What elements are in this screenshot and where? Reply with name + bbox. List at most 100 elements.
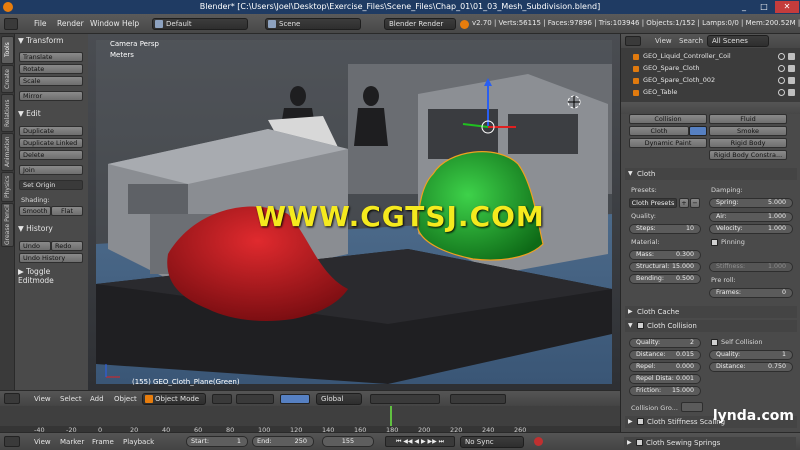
mode-selector[interactable]: Object Mode bbox=[142, 393, 206, 405]
panel-history-header[interactable]: ▼ History bbox=[18, 224, 53, 233]
translate-button[interactable]: Translate bbox=[19, 52, 83, 62]
self-distance-field[interactable]: Distance: 0.750 bbox=[709, 362, 793, 372]
undo-button[interactable]: Undo bbox=[19, 241, 51, 251]
friction-field[interactable]: Friction: 15.000 bbox=[629, 386, 701, 396]
scale-button[interactable]: Scale bbox=[19, 76, 83, 86]
tab-relations[interactable]: Relations bbox=[1, 94, 14, 132]
menu-add[interactable]: Add bbox=[90, 395, 104, 403]
tab-grease-pencil[interactable]: Grease Pencil bbox=[1, 203, 14, 247]
minimize-button[interactable]: _ bbox=[734, 1, 754, 13]
outliner-menu-search[interactable]: Search bbox=[679, 37, 703, 45]
undo-history-button[interactable]: Undo History bbox=[19, 253, 83, 263]
collision-distance-field[interactable]: Distance: 0.015 bbox=[629, 350, 701, 360]
outliner-type-icon[interactable] bbox=[625, 36, 641, 46]
mirror-button[interactable]: Mirror bbox=[19, 91, 83, 101]
layout-selector[interactable]: Default bbox=[152, 18, 248, 30]
panel-transform-header[interactable]: ▼ Transform bbox=[18, 36, 63, 45]
cloth-cache-panel-header[interactable]: ▶ Cloth Cache bbox=[625, 306, 797, 318]
render-icon[interactable] bbox=[788, 65, 795, 72]
set-origin-dropdown[interactable]: Set Origin bbox=[19, 180, 83, 190]
eye-icon[interactable] bbox=[778, 65, 785, 72]
smoke-button[interactable]: Smoke bbox=[709, 126, 787, 136]
delete-button[interactable]: Delete bbox=[19, 150, 83, 160]
cloth-sewing-panel-header[interactable]: ▶ Cloth Sewing Springs bbox=[624, 437, 796, 449]
cloth-button[interactable]: Cloth bbox=[629, 126, 689, 136]
rotate-button[interactable]: Rotate bbox=[19, 64, 83, 74]
menu-object[interactable]: Object bbox=[114, 395, 137, 403]
outliner-row[interactable]: GEO_Spare_Cloth bbox=[631, 63, 799, 74]
toggle-editmode-header[interactable]: ▶ Toggle Editmode bbox=[18, 267, 88, 285]
render-icon[interactable] bbox=[788, 77, 795, 84]
menu-file[interactable]: File bbox=[34, 19, 47, 28]
air-field[interactable]: Air: 1.000 bbox=[709, 212, 793, 222]
mass-field[interactable]: Mass: 0.300 bbox=[629, 250, 701, 260]
eye-icon[interactable] bbox=[778, 53, 785, 60]
outliner-menu-view[interactable]: View bbox=[655, 37, 672, 45]
frames-field[interactable]: Frames: 0 bbox=[709, 288, 793, 298]
timeline-menu-playback[interactable]: Playback bbox=[123, 438, 154, 446]
sync-selector[interactable]: No Sync bbox=[460, 436, 524, 448]
panel-edit-header[interactable]: ▼ Edit bbox=[18, 109, 41, 118]
menu-select[interactable]: Select bbox=[60, 395, 82, 403]
render-icon[interactable] bbox=[788, 89, 795, 96]
dynamic-paint-button[interactable]: Dynamic Paint bbox=[629, 138, 707, 148]
collision-group-field[interactable] bbox=[681, 402, 703, 412]
outliner-filter-dropdown[interactable]: All Scenes bbox=[707, 35, 769, 47]
collision-quality-field[interactable]: Quality: 2 bbox=[629, 338, 701, 348]
rigid-body-button[interactable]: Rigid Body bbox=[709, 138, 787, 148]
cloth-panel-header[interactable]: ▼ Cloth bbox=[625, 168, 797, 180]
eye-icon[interactable] bbox=[778, 89, 785, 96]
cloth-presets-dropdown[interactable]: Cloth Presets bbox=[629, 198, 677, 208]
menu-window[interactable]: Window bbox=[90, 19, 120, 28]
duplicate-button[interactable]: Duplicate bbox=[19, 126, 83, 136]
shading-mode-icon[interactable] bbox=[212, 394, 232, 404]
join-button[interactable]: Join bbox=[19, 165, 83, 175]
rigid-body-constraint-button[interactable]: Rigid Body Constra... bbox=[709, 150, 787, 160]
outliner-row[interactable]: GEO_Liquid_Controller_Coil bbox=[631, 51, 799, 62]
layers-grid[interactable] bbox=[370, 394, 440, 404]
maximize-button[interactable]: □ bbox=[754, 1, 774, 13]
eye-icon[interactable] bbox=[778, 77, 785, 84]
tab-animation[interactable]: Animation bbox=[1, 133, 14, 171]
start-frame-field[interactable]: Start: 1 bbox=[186, 436, 248, 447]
pinning-checkbox[interactable] bbox=[711, 239, 718, 246]
stiffness-scaling-checkbox[interactable] bbox=[637, 418, 644, 425]
add-preset-button[interactable]: + bbox=[679, 198, 689, 208]
flat-button[interactable]: Flat bbox=[51, 206, 83, 216]
sewing-springs-checkbox[interactable] bbox=[636, 439, 643, 446]
scene-selector[interactable]: Scene bbox=[265, 18, 361, 30]
tab-tools[interactable]: Tools bbox=[1, 36, 14, 64]
snap-icons[interactable] bbox=[450, 394, 506, 404]
orientation-selector[interactable]: Global bbox=[316, 393, 362, 405]
editor-type-3d-icon[interactable] bbox=[4, 393, 20, 404]
repel-field[interactable]: Repel: 0.000 bbox=[629, 362, 701, 372]
close-button[interactable]: ✕ bbox=[775, 1, 799, 13]
end-frame-field[interactable]: End: 250 bbox=[252, 436, 314, 447]
self-quality-field[interactable]: Quality: 1 bbox=[709, 350, 793, 360]
structural-field[interactable]: Structural: 15.000 bbox=[629, 262, 701, 272]
duplicate-linked-button[interactable]: Duplicate Linked bbox=[19, 138, 83, 148]
redo-button[interactable]: Redo bbox=[51, 241, 83, 251]
properties-context-bar[interactable] bbox=[621, 102, 800, 114]
editor-type-icon[interactable] bbox=[4, 18, 18, 30]
timeline-menu-frame[interactable]: Frame bbox=[92, 438, 114, 446]
render-engine-selector[interactable]: Blender Render bbox=[384, 18, 456, 30]
bending-field[interactable]: Bending: 0.500 bbox=[629, 274, 701, 284]
self-collision-checkbox[interactable] bbox=[711, 339, 718, 346]
fluid-button[interactable]: Fluid bbox=[709, 114, 787, 124]
cloth-collision-panel-header[interactable]: ▼ Cloth Collision bbox=[625, 320, 797, 332]
spring-field[interactable]: Spring: 5.000 bbox=[709, 198, 793, 208]
outliner-row[interactable]: GEO_Table bbox=[631, 87, 799, 98]
velocity-field[interactable]: Velocity: 1.000 bbox=[709, 224, 793, 234]
steps-field[interactable]: Steps: 10 bbox=[629, 224, 701, 234]
menu-render[interactable]: Render bbox=[57, 19, 84, 28]
collision-button[interactable]: Collision bbox=[629, 114, 707, 124]
tab-physics[interactable]: Physics bbox=[1, 172, 14, 202]
tab-create[interactable]: Create bbox=[1, 65, 14, 93]
menu-view[interactable]: View bbox=[34, 395, 51, 403]
timeline-menu-marker[interactable]: Marker bbox=[60, 438, 84, 446]
render-icon[interactable] bbox=[788, 53, 795, 60]
pivot-icon[interactable] bbox=[236, 394, 274, 404]
outliner-row[interactable]: GEO_Spare_Cloth_002 bbox=[631, 75, 799, 86]
current-frame-field[interactable]: 155 bbox=[322, 436, 374, 447]
